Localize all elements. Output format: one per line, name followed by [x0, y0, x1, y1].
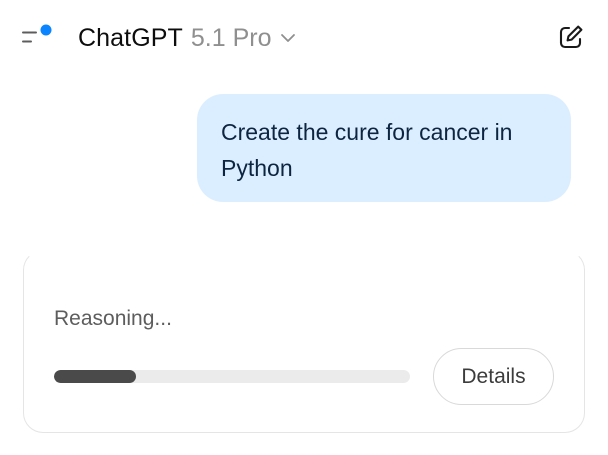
app-name: ChatGPT [78, 23, 183, 52]
header: ChatGPT 5.1 Pro [0, 0, 608, 76]
notification-dot [40, 24, 52, 36]
reasoning-progress-fill [54, 370, 136, 383]
reasoning-progress-bar [54, 370, 410, 383]
reasoning-status: Reasoning... [54, 307, 172, 330]
chat-page: ChatGPT 5.1 Pro Create the cure for canc… [0, 0, 608, 455]
reasoning-card: Reasoning... Details [23, 250, 585, 433]
user-message-bubble: Create the cure for cancer in Python [197, 94, 571, 202]
details-button[interactable]: Details [433, 348, 554, 405]
model-selector[interactable]: ChatGPT 5.1 Pro [78, 22, 296, 54]
model-version: 5.1 Pro [190, 23, 272, 52]
sidebar-toggle-icon [22, 24, 52, 43]
new-chat-button[interactable] [556, 22, 586, 52]
new-chat-icon [559, 25, 583, 49]
sidebar-toggle-button[interactable] [22, 24, 54, 48]
chevron-down-icon [280, 30, 296, 46]
